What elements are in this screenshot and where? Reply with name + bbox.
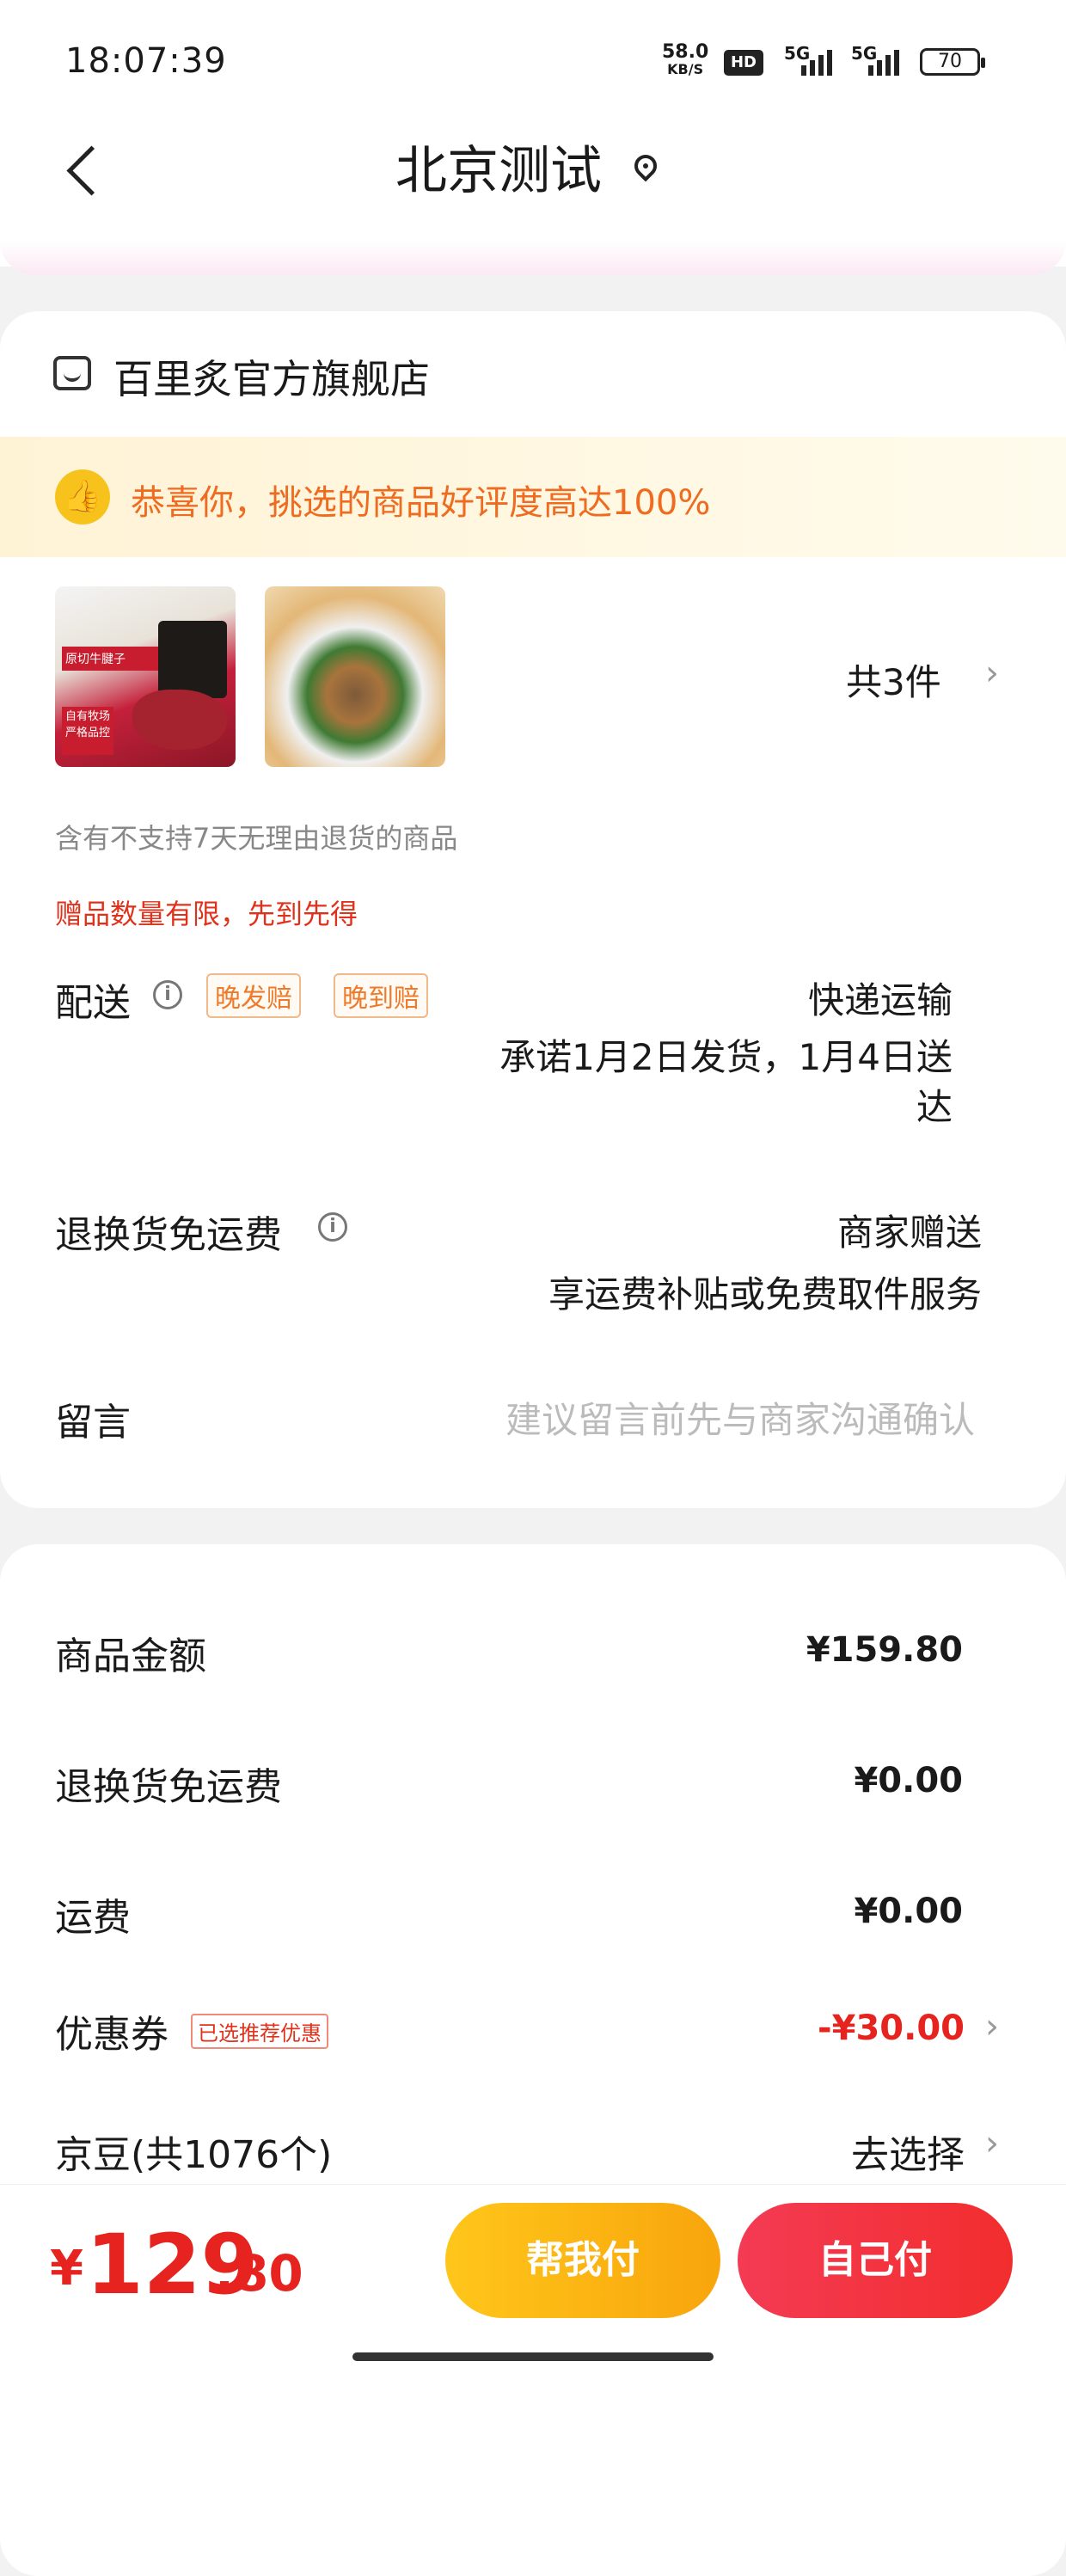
item-count[interactable]: 共3件 (846, 653, 941, 706)
shop-name[interactable]: 百里炙官方旗舰店 (113, 348, 430, 405)
return-shipping-value: 商家赠送 (836, 1211, 982, 1254)
goods-amount-value: ¥159.80 (806, 1630, 963, 1670)
thumbs-up-icon: 👍 (55, 469, 110, 524)
delivery-method[interactable]: 快递运输 (602, 972, 953, 1024)
coupon-recommend-tag: 已选推荐优惠 (191, 2014, 328, 2049)
payment-summary-card (0, 1544, 1066, 2576)
shop-icon (53, 356, 91, 390)
net-speed-value: 58.0 (662, 41, 709, 63)
late-ship-tag: 晚发赔 (206, 973, 301, 1018)
return-shipping-desc: 享运费补贴或免费取件服务 (548, 1273, 982, 1316)
coupon-value[interactable]: -¥30.00 (688, 2009, 965, 2048)
status-time: 18:07:39 (65, 41, 227, 81)
return-shipping-label: 退换货免运费 (55, 1213, 282, 1257)
info-icon[interactable]: i (318, 1212, 347, 1242)
beef-illustration (132, 690, 227, 750)
banner-edge (0, 241, 1066, 275)
delivery-promise-tail: 达 (916, 1086, 953, 1128)
chevron-right-icon[interactable]: › (985, 2124, 999, 2163)
coupon-label: 优惠券 (55, 2013, 168, 2057)
shipping-fee-label: 运费 (55, 1896, 131, 1940)
total-currency: ¥ (50, 2241, 83, 2297)
delivery-label: 配送 (55, 981, 131, 1025)
chevron-right-icon[interactable]: › (985, 653, 999, 693)
network-speed: 58.0 KB/S (662, 43, 708, 77)
message-input[interactable]: 建议留言前先与商家沟通确认 (395, 1391, 975, 1444)
home-indicator[interactable] (352, 2352, 714, 2361)
product-label: 原切牛腱子 (62, 647, 158, 671)
battery-icon: 70 (920, 48, 985, 76)
praise-text: 恭喜你，挑选的商品好评度高达100% (131, 483, 711, 523)
return-fee-value: ¥0.00 (854, 1761, 963, 1800)
net-speed-unit: KB/S (667, 61, 704, 77)
product-badge: 自有牧场 严格品控 (62, 707, 113, 755)
product-image-beef[interactable]: 原切牛腱子 自有牧场 严格品控 (55, 586, 236, 767)
signal-bars-icon (801, 50, 836, 76)
late-arrival-tag: 晚到赔 (334, 973, 428, 1018)
chevron-right-icon[interactable]: › (985, 2007, 999, 2046)
self-pay-button[interactable]: 自己付 (738, 2203, 1013, 2318)
jingdou-label: 京豆(共1076个) (55, 2133, 333, 2177)
product-image-chicken[interactable] (265, 586, 445, 767)
message-label: 留言 (55, 1401, 131, 1444)
gift-note: 赠品数量有限，先到先得 (55, 898, 358, 930)
info-icon[interactable]: i (153, 980, 182, 1009)
delivery-promise: 承诺1月2日发货，1月4日送 (499, 1036, 953, 1078)
goods-amount-label: 商品金额 (55, 1635, 206, 1678)
product-package (158, 621, 227, 698)
page-title: 北京测试 (395, 141, 602, 201)
signal-bars-icon-2 (868, 50, 903, 76)
hd-icon: HD (724, 50, 763, 76)
total-amount-decimal: .80 (215, 2244, 303, 2303)
no-return-note: 含有不支持7天无理由退货的商品 (55, 822, 458, 855)
jingdou-select[interactable]: 去选择 (688, 2124, 965, 2179)
help-pay-button[interactable]: 帮我付 (445, 2203, 720, 2318)
return-fee-label: 退换货免运费 (55, 1765, 282, 1809)
shipping-fee-value: ¥0.00 (854, 1892, 963, 1931)
